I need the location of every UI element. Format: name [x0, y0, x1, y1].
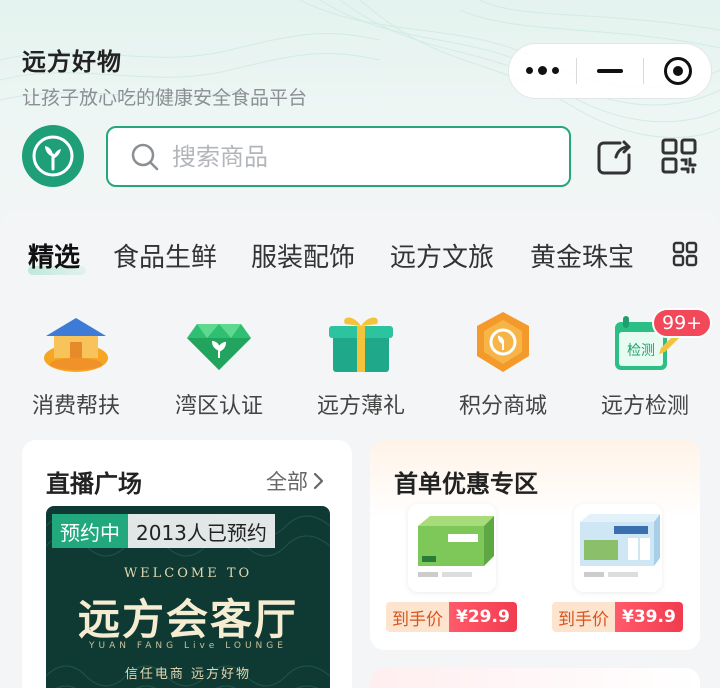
minimize-icon — [597, 69, 623, 73]
search-input[interactable] — [172, 142, 552, 171]
share-icon[interactable] — [594, 137, 634, 177]
banner-slogan: 信任电商 远方好物 — [124, 667, 252, 682]
shortcut-label: 远方薄礼 — [316, 394, 405, 419]
price-label: 到手价 — [552, 602, 615, 632]
inspection-icon-text: 检测 — [627, 343, 655, 359]
shortcut-consumption-aid[interactable]: 消费帮扶 — [11, 310, 141, 420]
sprout-logo-icon — [32, 135, 74, 177]
all-categories-icon[interactable] — [672, 241, 698, 267]
mini-program-capsule — [508, 43, 712, 99]
price-value: ¥39.9 — [615, 602, 683, 632]
gem-icon — [183, 310, 255, 374]
minimize-button[interactable] — [577, 44, 644, 98]
shortcut-label: 消费帮扶 — [31, 394, 120, 419]
view-all-link[interactable]: 全部 — [266, 466, 324, 496]
shortcut-label: 积分商城 — [458, 394, 547, 419]
product-thumbnail[interactable] — [408, 504, 496, 592]
more-button[interactable] — [509, 44, 576, 98]
chevron-right-icon — [313, 472, 324, 490]
next-section-card — [370, 668, 700, 688]
price-tag: 到手价 ¥39.9 — [552, 602, 683, 632]
live-plaza-card: 直播广场 全部 预约中 2013人已预约 WELCOME TO 远方会客厅 YU… — [22, 440, 352, 688]
shortcut-label: 湾区认证 — [174, 394, 263, 419]
search-icon — [131, 143, 159, 170]
product-thumbnail[interactable] — [574, 504, 662, 592]
product-box-image — [418, 516, 494, 577]
first-order-title: 首单优惠专区 — [394, 470, 538, 498]
shortcut-gift[interactable]: 远方薄礼 — [296, 310, 426, 420]
target-circle-icon — [663, 57, 692, 85]
view-all-label: 全部 — [266, 470, 308, 494]
shortcut-points-mall[interactable]: 积分商城 — [438, 310, 568, 420]
reservation-tag: 预约中 2013人已预约 — [52, 514, 275, 548]
price-tag: 到手价 ¥29.9 — [386, 602, 517, 632]
shortcut-label: 远方检测 — [600, 394, 689, 419]
tab-travel[interactable]: 远方文旅 — [390, 237, 494, 274]
reservation-count: 2013人已预约 — [128, 514, 275, 548]
product-box-image — [580, 514, 660, 577]
tab-jewelry[interactable]: 黄金珠宝 — [530, 237, 634, 274]
app-subtitle: 让孩子放心吃的健康安全食品平台 — [22, 87, 308, 109]
qr-code-icon[interactable] — [660, 137, 698, 175]
live-plaza-title: 直播广场 — [46, 470, 142, 498]
app-title: 远方好物 — [22, 48, 122, 76]
brand-logo[interactable] — [22, 125, 84, 187]
app-header: 远方好物 让孩子放心吃的健康安全食品平台 — [22, 42, 307, 110]
tab-featured[interactable]: 精选 — [28, 237, 80, 274]
points-hexagon-icon — [467, 310, 539, 374]
gift-icon — [325, 310, 397, 374]
price-value: ¥29.9 — [449, 602, 517, 632]
search-bar[interactable] — [106, 126, 571, 187]
header-background — [0, 0, 720, 230]
banner-welcome: WELCOME TO — [123, 566, 253, 581]
banner-subtitle: YUAN FANG Live LOUNGE — [89, 641, 287, 651]
first-order-card: 首单优惠专区 到手价 ¥29.9 到手价 ¥39.9 — [370, 440, 700, 650]
live-banner[interactable]: 预约中 2013人已预约 WELCOME TO 远方会客厅 YUAN FANG … — [46, 506, 330, 688]
live-status-badge: 预约中 — [52, 514, 128, 548]
banner-title: 远方会客厅 — [77, 595, 298, 644]
close-button[interactable] — [644, 44, 711, 98]
shortcut-bay-area-certification[interactable]: 湾区认证 — [154, 310, 284, 420]
tab-apparel[interactable]: 服装配饰 — [251, 237, 355, 274]
more-dots-icon — [525, 66, 559, 75]
price-label: 到手价 — [386, 602, 449, 632]
house-icon — [40, 310, 112, 374]
tab-fresh-food[interactable]: 食品生鲜 — [113, 237, 217, 274]
notification-badge: 99+ — [652, 308, 713, 338]
